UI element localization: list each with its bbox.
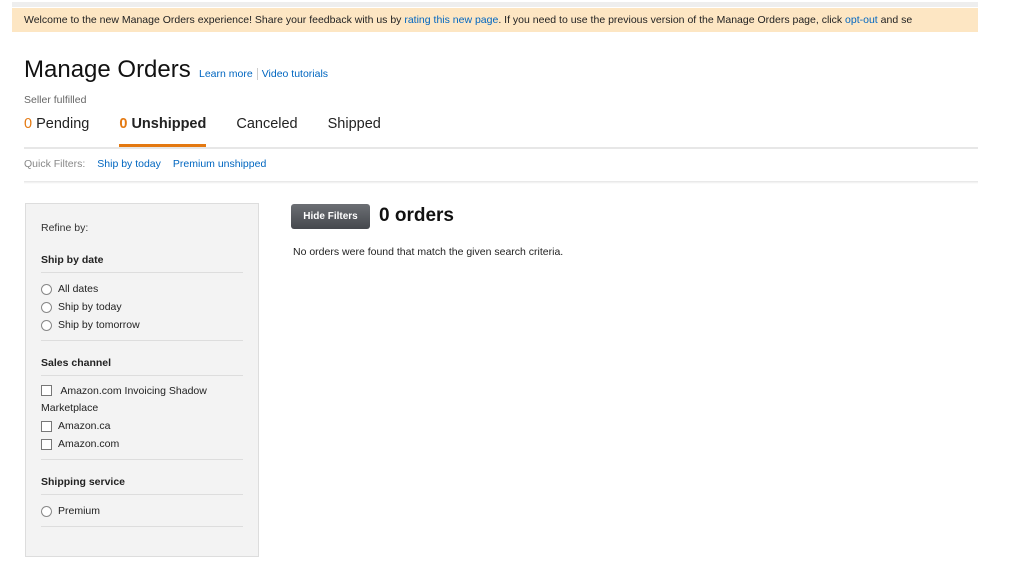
tab-label: Canceled: [236, 116, 298, 132]
rating-link[interactable]: rating this new page: [404, 14, 498, 26]
section-divider: [24, 181, 978, 201]
feedback-banner: Welcome to the new Manage Orders experie…: [12, 8, 978, 32]
divider: [41, 459, 243, 460]
banner-text: and se: [877, 14, 913, 26]
learn-more-link[interactable]: Learn more: [199, 68, 253, 80]
ship-by-date-heading: Ship by date: [41, 254, 243, 273]
checkbox-icon[interactable]: [41, 385, 52, 396]
sales-channel-heading: Sales channel: [41, 357, 243, 376]
tab-pending[interactable]: 0 Pending: [24, 116, 89, 147]
tab-count: 0: [119, 116, 128, 132]
opt-out-link[interactable]: opt-out: [845, 14, 878, 26]
hide-filters-button[interactable]: Hide Filters: [291, 204, 370, 229]
banner-text: Welcome to the new Manage Orders experie…: [24, 14, 405, 26]
checkbox-shadow-marketplace[interactable]: Amazon.com Invoicing Shadow Marketplace: [41, 383, 243, 417]
option-label: Ship by today: [58, 301, 122, 313]
tab-divider: [24, 147, 978, 149]
quick-filter-premium-unshipped[interactable]: Premium unshipped: [173, 158, 266, 170]
filter-sidebar: Refine by: Ship by date All dates Ship b…: [25, 203, 259, 557]
tab-label: Shipped: [327, 116, 381, 132]
radio-icon[interactable]: [41, 505, 52, 517]
option-label: Ship by tomorrow: [58, 319, 140, 331]
radio-premium[interactable]: Premium: [41, 502, 243, 520]
checkbox-icon[interactable]: [41, 420, 52, 432]
page-title: Manage Orders: [24, 56, 191, 83]
empty-message: No orders were found that match the give…: [293, 246, 564, 258]
checkbox-amazon-com[interactable]: Amazon.com: [41, 435, 243, 453]
tab-count: 0: [24, 116, 33, 132]
tab-label: Unshipped: [131, 116, 207, 132]
video-tutorials-link[interactable]: Video tutorials: [262, 68, 328, 80]
radio-ship-by-tomorrow[interactable]: Ship by tomorrow: [41, 316, 243, 334]
quick-filters-label: Quick Filters:: [24, 158, 86, 170]
subtitle: Seller fulfilled: [24, 94, 87, 106]
shipping-service-heading: Shipping service: [41, 476, 243, 495]
radio-ship-by-today[interactable]: Ship by today: [41, 298, 243, 316]
radio-icon[interactable]: [41, 301, 52, 313]
order-tabs: 0 Pending 0 Unshipped Canceled Shipped: [24, 116, 411, 147]
tab-shipped[interactable]: Shipped: [328, 116, 381, 147]
radio-icon[interactable]: [41, 283, 52, 295]
option-label: Amazon.ca: [58, 420, 111, 432]
radio-all-dates[interactable]: All dates: [41, 280, 243, 298]
option-label: Amazon.com Invoicing Shadow Marketplace: [41, 385, 207, 414]
top-border: [12, 2, 978, 7]
divider: [41, 526, 243, 527]
tab-label: Pending: [36, 116, 90, 132]
option-label: All dates: [58, 283, 99, 295]
option-label: Premium: [58, 505, 101, 517]
title-links: Learn more Video tutorials: [199, 68, 328, 81]
tab-unshipped[interactable]: 0 Unshipped: [119, 116, 207, 147]
quick-filter-ship-by-today[interactable]: Ship by today: [97, 158, 161, 170]
refine-label: Refine by:: [41, 222, 89, 234]
option-label: Amazon.com: [58, 438, 120, 450]
banner-text: . If you need to use the previous versio…: [498, 14, 846, 26]
radio-icon[interactable]: [41, 319, 52, 331]
checkbox-amazon-ca[interactable]: Amazon.ca: [41, 417, 243, 435]
divider: [256, 68, 258, 81]
tab-canceled[interactable]: Canceled: [236, 116, 297, 147]
quick-filters: Quick Filters: Ship by today Premium unshi…: [24, 158, 266, 170]
orders-count: 0 orders: [379, 205, 454, 226]
divider: [41, 340, 243, 341]
checkbox-icon[interactable]: [41, 438, 52, 450]
